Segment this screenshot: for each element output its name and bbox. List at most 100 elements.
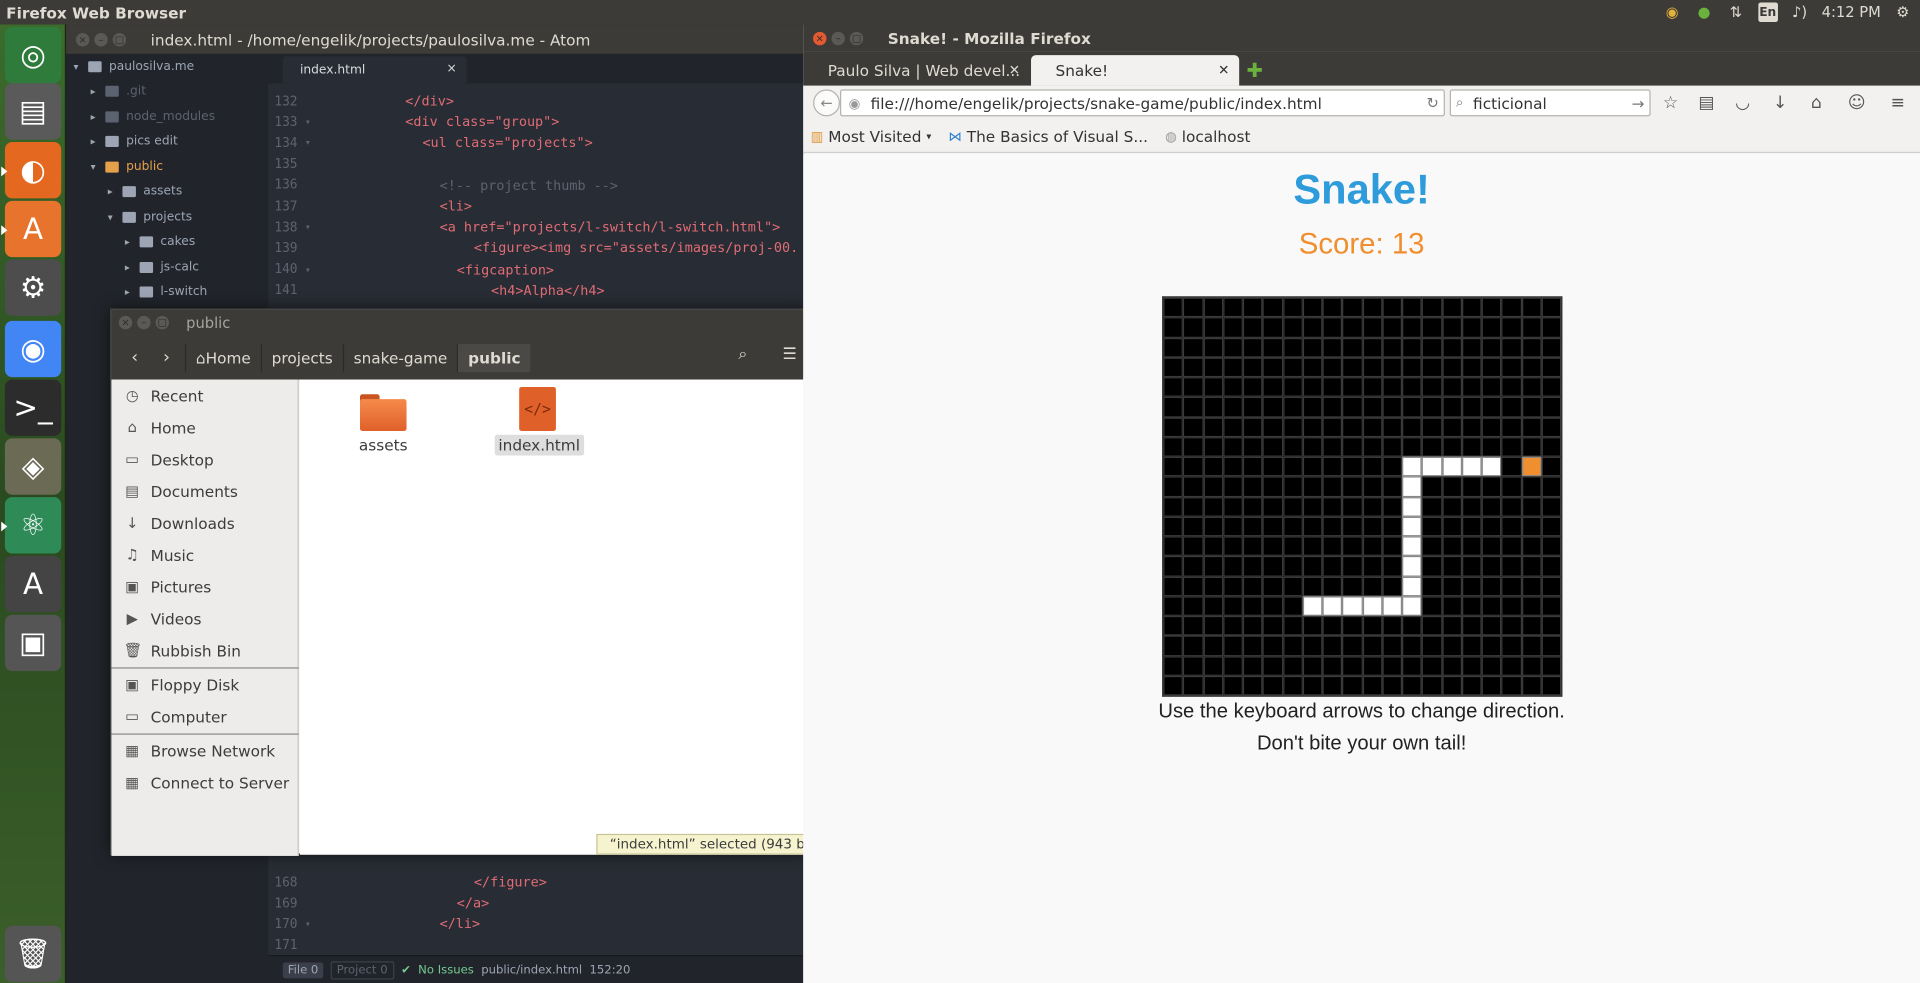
launcher-terminal-icon[interactable]: >_ bbox=[4, 379, 62, 436]
code-line[interactable]: 138 ▾ <a href="projects/l-switch/l-switch.… bbox=[268, 217, 806, 238]
bookmark-the-basics-of-visual-s[interactable]: ⋈ The Basics of Visual S... bbox=[948, 127, 1148, 145]
list-view-icon[interactable]: ☰ bbox=[782, 345, 796, 363]
volume-icon[interactable]: ♪) bbox=[1790, 2, 1810, 22]
tree-item[interactable]: ▸ .git bbox=[66, 79, 268, 103]
breadcrumb-home[interactable]: ⌂Home bbox=[184, 343, 261, 372]
bookmark-most-visited[interactable]: ▥ Most Visited ▾ bbox=[811, 127, 932, 145]
bookmark-localhost[interactable]: ◍ localhost bbox=[1165, 127, 1250, 145]
back-arrow-icon[interactable]: ‹ bbox=[119, 348, 151, 368]
file-item-assets[interactable]: assets bbox=[340, 392, 426, 456]
reading-list-icon[interactable]: ▤ bbox=[1698, 93, 1714, 113]
minimize-icon[interactable]: – bbox=[831, 31, 845, 45]
launcher-software-center-icon[interactable]: A bbox=[1, 200, 62, 258]
sidebar-item-rubbish-bin[interactable]: 🗑 Rubbish Bin bbox=[111, 634, 298, 666]
editor-tab-index-html[interactable]: index.html × bbox=[282, 56, 467, 84]
sidebar-item-browse-network[interactable]: ▦ Browse Network bbox=[111, 735, 298, 767]
launcher-chrome-icon[interactable]: ◉ bbox=[4, 320, 62, 378]
breadcrumb-projects[interactable]: projects bbox=[260, 343, 343, 372]
tree-item[interactable]: ▸ pics edit bbox=[66, 129, 268, 153]
disclosure-arrow-icon[interactable]: ▾ bbox=[108, 211, 123, 222]
file-path[interactable]: public/index.html bbox=[481, 963, 582, 976]
code-line[interactable]: 139 <figure><img src="assets/images/proj-… bbox=[268, 238, 806, 259]
code-line[interactable]: 140 ▾ <figcaption> bbox=[268, 259, 806, 280]
pocket-icon[interactable]: ◡ bbox=[1735, 93, 1750, 113]
code-line[interactable]: 170 ▾ </li> bbox=[268, 914, 806, 935]
tree-item[interactable]: ▸ js-calc bbox=[66, 255, 268, 279]
file-item-index-html[interactable]: </> index.html bbox=[494, 386, 584, 456]
disclosure-arrow-icon[interactable]: ▸ bbox=[125, 236, 140, 247]
chat-icon[interactable]: ☺ bbox=[1848, 93, 1866, 113]
sidebar-item-pictures[interactable]: ▣ Pictures bbox=[111, 571, 298, 603]
downloads-icon[interactable]: ↓ bbox=[1773, 93, 1787, 113]
new-tab-plus-icon[interactable]: ✚ bbox=[1247, 59, 1263, 82]
code-line[interactable]: 134 ▾ <ul class="projects"> bbox=[268, 133, 806, 154]
disclosure-arrow-icon[interactable]: ▸ bbox=[91, 136, 106, 147]
launcher-ubuntu-dash-icon[interactable]: ◎ bbox=[4, 26, 62, 84]
code-line[interactable]: 169 </a> bbox=[268, 893, 806, 914]
reload-icon[interactable]: ↻ bbox=[1426, 94, 1438, 111]
launcher-atom-icon[interactable]: ⚛ bbox=[1, 497, 62, 554]
fold-arrow-icon[interactable]: ▾ bbox=[305, 117, 320, 128]
sidebar-item-videos[interactable]: ▶ Videos bbox=[111, 602, 298, 634]
bookmark-star-icon[interactable]: ☆ bbox=[1663, 93, 1678, 113]
tree-item[interactable]: ▾ paulosilva.me bbox=[66, 54, 268, 78]
sidebar-item-home[interactable]: ⌂ Home bbox=[111, 411, 298, 443]
fold-arrow-icon[interactable]: ▾ bbox=[305, 264, 320, 275]
search-input[interactable]: ⌕ ficticional → bbox=[1449, 89, 1651, 117]
launcher-firefox-icon[interactable]: ◐ bbox=[1, 142, 62, 199]
linter-status[interactable]: No Issues bbox=[418, 963, 474, 976]
tree-item[interactable]: ▾ public bbox=[66, 154, 268, 178]
launcher-trash-icon[interactable]: 🗑 bbox=[4, 925, 62, 983]
disclosure-arrow-icon[interactable]: ▸ bbox=[91, 86, 106, 97]
disclosure-arrow-icon[interactable]: ▾ bbox=[73, 61, 88, 72]
code-line[interactable]: 133 ▾ <div class="group"> bbox=[268, 112, 806, 133]
back-arrow-icon[interactable]: ← bbox=[813, 89, 841, 117]
maximize-icon[interactable]: □ bbox=[849, 31, 864, 45]
breadcrumb-public[interactable]: public bbox=[457, 343, 531, 372]
tree-item[interactable]: ▸ l-switch bbox=[66, 280, 268, 304]
maximize-icon[interactable]: □ bbox=[112, 32, 127, 46]
disclosure-arrow-icon[interactable]: ▸ bbox=[125, 261, 140, 272]
fold-arrow-icon[interactable]: ▾ bbox=[305, 138, 320, 149]
url-bar[interactable]: ◉ file:///home/engelik/projects/snake-ga… bbox=[840, 89, 1445, 117]
code-line[interactable]: 132 </div> bbox=[268, 91, 806, 112]
close-icon[interactable]: × bbox=[118, 315, 133, 330]
files-content[interactable]: assets </> index.html bbox=[300, 379, 809, 855]
close-tab-icon[interactable]: × bbox=[446, 62, 456, 75]
tree-item[interactable]: ▸ assets bbox=[66, 179, 268, 203]
search-icon[interactable]: ⌕ bbox=[738, 345, 747, 363]
tree-item[interactable]: ▸ node_modules bbox=[66, 104, 268, 128]
launcher-files-icon[interactable]: ▤ bbox=[4, 83, 62, 140]
launcher-gimp-icon[interactable]: ◈ bbox=[4, 438, 62, 495]
notification-tray-icon[interactable]: ● bbox=[1694, 2, 1714, 22]
code-line[interactable]: 141 <h4>Alpha</h4> bbox=[268, 280, 806, 301]
chrome-tray-icon[interactable]: ◉ bbox=[1662, 2, 1682, 22]
code-line[interactable]: 168 </figure> bbox=[268, 872, 806, 893]
close-tab-icon[interactable]: ✕ bbox=[1009, 62, 1020, 78]
home-icon[interactable]: ⌂ bbox=[1811, 93, 1822, 113]
disclosure-arrow-icon[interactable]: ▸ bbox=[125, 287, 140, 298]
close-icon[interactable]: × bbox=[75, 32, 90, 46]
sidebar-item-connect-to-server[interactable]: ▦ Connect to Server bbox=[111, 767, 298, 799]
sidebar-item-recent[interactable]: ◷ Recent bbox=[111, 380, 298, 412]
launcher-system-settings-icon[interactable]: ⚙ bbox=[4, 259, 62, 316]
cursor-position[interactable]: 152:20 bbox=[589, 963, 630, 976]
disclosure-arrow-icon[interactable]: ▸ bbox=[108, 186, 123, 197]
sidebar-item-floppy-disk[interactable]: ▣ Floppy Disk bbox=[111, 669, 298, 701]
sidebar-item-desktop[interactable]: ▭ Desktop bbox=[111, 443, 298, 475]
tree-item[interactable]: ▸ cakes bbox=[66, 230, 268, 254]
gear-icon[interactable]: ⚙ bbox=[1893, 2, 1913, 22]
close-tab-icon[interactable]: ✕ bbox=[1218, 62, 1229, 78]
game-board[interactable] bbox=[1162, 296, 1563, 697]
sidebar-item-music[interactable]: ♫ Music bbox=[111, 539, 298, 571]
launcher-software-updater-icon[interactable]: A bbox=[4, 555, 62, 613]
code-line[interactable]: 137 <li> bbox=[268, 196, 806, 217]
network-icon[interactable]: ⇅ bbox=[1726, 2, 1746, 22]
forward-arrow-icon[interactable]: › bbox=[151, 348, 183, 368]
project-count[interactable]: Project 0 bbox=[330, 960, 394, 979]
tab-paulo-silva[interactable]: Paulo Silva | Web devel... ✕ bbox=[803, 55, 1030, 86]
sidebar-item-computer[interactable]: ▭ Computer bbox=[111, 700, 298, 732]
launcher-floppy-icon[interactable]: ▣ bbox=[4, 614, 62, 672]
hamburger-menu-icon[interactable]: ≡ bbox=[1891, 93, 1905, 113]
sidebar-item-downloads[interactable]: ↓ Downloads bbox=[111, 507, 298, 539]
